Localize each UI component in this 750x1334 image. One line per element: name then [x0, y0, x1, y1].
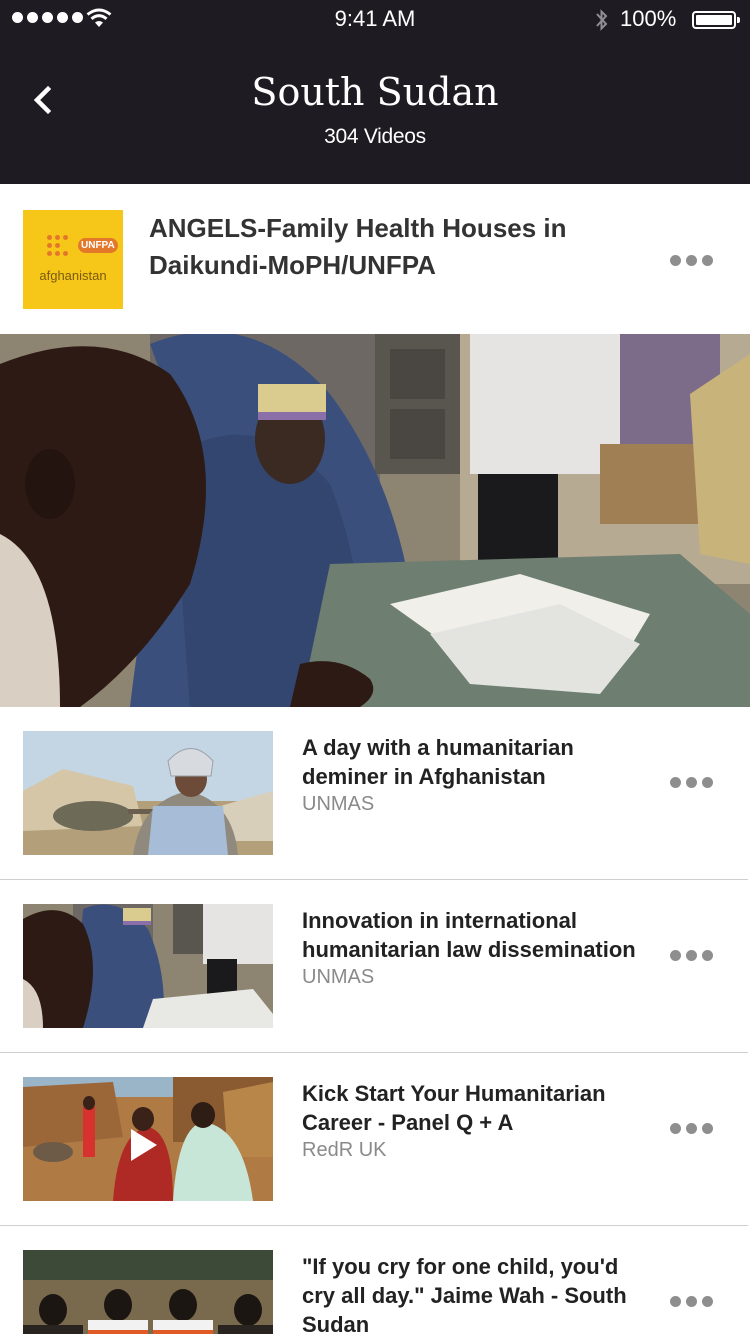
video-thumbnail[interactable] [23, 1077, 273, 1201]
video-title[interactable]: A day with a humanitarian deminer in Afg… [302, 733, 642, 791]
top-bar: 9:41 AM 100% South Sudan 304 Videos [0, 0, 750, 184]
video-row[interactable]: A day with a humanitarian deminer in Afg… [0, 707, 750, 880]
video-thumbnail[interactable] [23, 904, 273, 1028]
video-row[interactable]: "If you cry for one child, you'd cry all… [0, 1226, 750, 1334]
video-thumbnail[interactable] [23, 731, 273, 855]
featured-video-hero-image[interactable] [0, 334, 750, 707]
featured-thumbnail[interactable]: UNFPA afghanistan [23, 210, 123, 309]
featured-title[interactable]: ANGELS-Family Health Houses in Daikundi-… [149, 210, 619, 284]
featured-video-row[interactable]: UNFPA afghanistan ANGELS-Family Health H… [0, 184, 750, 334]
thumbnail-caption: afghanistan [39, 268, 107, 283]
more-options-button[interactable] [670, 1123, 714, 1137]
battery-percentage: 100% [620, 6, 677, 31]
video-title[interactable]: Innovation in international humanitarian… [302, 906, 642, 964]
more-options-button[interactable] [670, 950, 714, 964]
page-title: South Sudan [251, 70, 499, 114]
video-channel[interactable]: UNMAS [302, 792, 642, 816]
more-options-button[interactable] [670, 777, 714, 791]
video-title[interactable]: Kick Start Your Humanitarian Career - Pa… [302, 1079, 642, 1137]
status-bar: 9:41 AM 100% [0, 0, 750, 40]
video-row[interactable]: Innovation in international humanitarian… [0, 880, 750, 1053]
video-row[interactable]: Kick Start Your Humanitarian Career - Pa… [0, 1053, 750, 1226]
video-count: 304 Videos [324, 125, 426, 148]
more-options-button[interactable] [670, 1296, 714, 1310]
bluetooth-icon [596, 9, 608, 31]
video-channel[interactable]: UNMAS [302, 965, 642, 989]
battery-icon [692, 11, 740, 29]
video-thumbnail[interactable] [23, 1250, 273, 1334]
unfpa-logo: UNFPA [47, 233, 118, 257]
video-title[interactable]: "If you cry for one child, you'd cry all… [302, 1252, 642, 1334]
more-options-button[interactable] [670, 255, 714, 269]
video-channel[interactable]: RedR UK [302, 1138, 642, 1162]
